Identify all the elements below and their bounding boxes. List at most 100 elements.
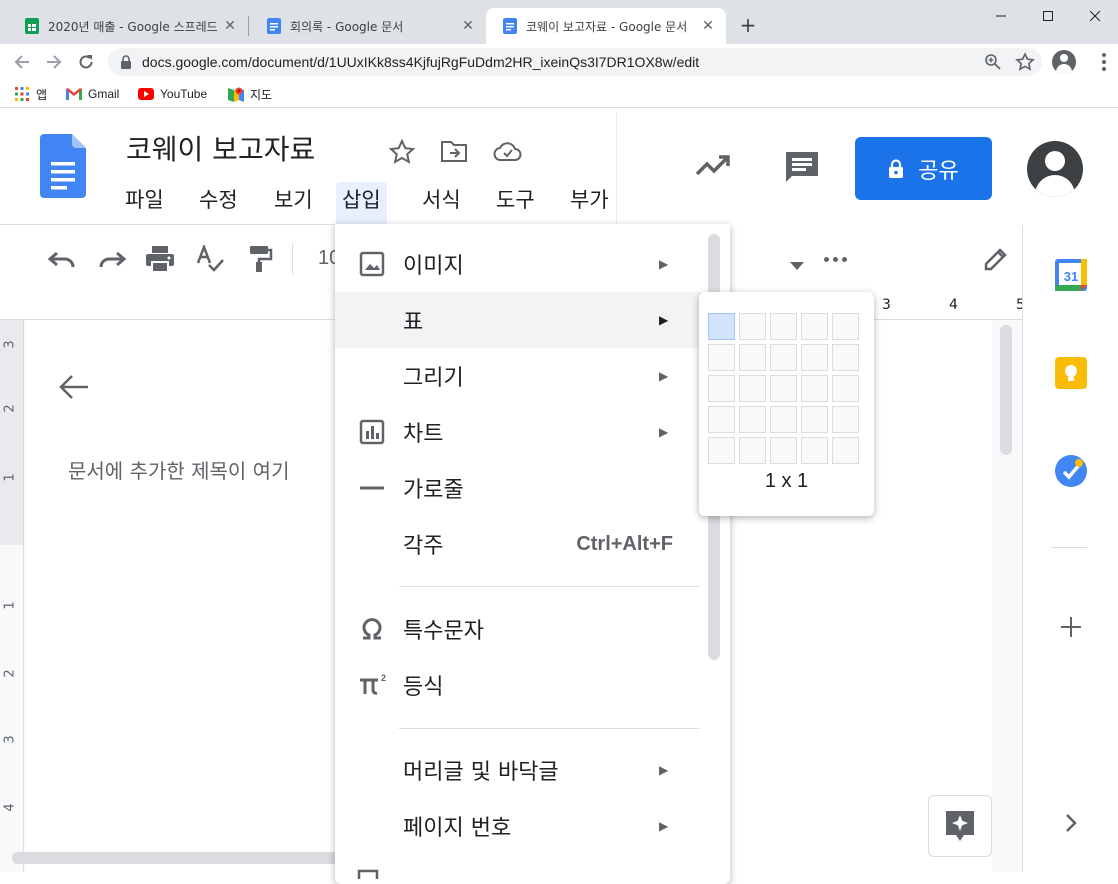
redo-icon[interactable] bbox=[96, 243, 128, 275]
browser-menu-icon[interactable] bbox=[1092, 50, 1116, 74]
ruler-number: 3 bbox=[882, 297, 891, 313]
menu-item-horizontal-line[interactable]: 가로줄 bbox=[335, 460, 707, 516]
close-icon[interactable]: ✕ bbox=[222, 18, 238, 34]
menu-item-footnote[interactable]: 각주 Ctrl+Alt+F bbox=[335, 516, 707, 572]
bookmark-apps[interactable]: 앱 bbox=[14, 84, 47, 104]
menu-item-chart[interactable]: 차트 ▶ bbox=[335, 404, 707, 460]
move-folder-icon[interactable] bbox=[440, 139, 468, 167]
menu-item-page-number[interactable]: 페이지 번호 ▶ bbox=[335, 798, 707, 854]
minimize-icon[interactable] bbox=[978, 0, 1024, 32]
table-grid-cell[interactable] bbox=[832, 437, 859, 464]
keep-icon[interactable] bbox=[1053, 355, 1089, 391]
menu-insert[interactable]: 삽입 bbox=[336, 182, 387, 226]
back-icon[interactable] bbox=[10, 50, 34, 74]
table-grid-cell[interactable] bbox=[739, 313, 766, 340]
window-close-icon[interactable] bbox=[1072, 0, 1118, 32]
horizontal-scrollbar[interactable] bbox=[12, 852, 342, 864]
table-grid-cell[interactable] bbox=[708, 437, 735, 464]
chevron-right-icon[interactable] bbox=[1053, 805, 1089, 841]
table-grid-cell[interactable] bbox=[801, 375, 828, 402]
submenu-arrow-icon: ▶ bbox=[659, 257, 669, 271]
avatar[interactable] bbox=[1027, 141, 1083, 197]
browser-tab-sheets[interactable]: 2020년 매출 - Google 스프레드 ✕ bbox=[8, 8, 248, 44]
menu-item-equation[interactable]: 2 등식 bbox=[335, 657, 707, 713]
close-icon[interactable]: ✕ bbox=[460, 18, 476, 34]
table-grid-cell[interactable] bbox=[708, 406, 735, 433]
bookmark-gmail[interactable]: Gmail bbox=[66, 84, 119, 104]
table-grid-cell[interactable] bbox=[708, 313, 735, 340]
more-icon[interactable] bbox=[824, 257, 847, 262]
bookmark-star-icon[interactable] bbox=[1015, 52, 1035, 76]
explore-button[interactable] bbox=[928, 795, 992, 857]
address-bar[interactable]: docs.google.com/document/d/1UUxIKk8ss4Kj… bbox=[108, 48, 1042, 76]
print-icon[interactable] bbox=[144, 243, 176, 275]
zoom-icon[interactable] bbox=[984, 53, 1002, 75]
menu-edit[interactable]: 수정 bbox=[193, 182, 244, 216]
chevron-down-icon[interactable] bbox=[790, 255, 804, 274]
menu-item-header-footer[interactable]: 머리글 및 바닥글 ▶ bbox=[335, 742, 707, 798]
browser-tab-active[interactable]: 코웨이 보고자료 - Google 문서 ✕ bbox=[486, 8, 726, 44]
menu-item-drawing[interactable]: 그리기 ▶ bbox=[335, 348, 707, 404]
menu-view[interactable]: 보기 bbox=[268, 182, 319, 216]
table-grid-cell[interactable] bbox=[708, 375, 735, 402]
table-grid-cell[interactable] bbox=[770, 344, 797, 371]
table-grid-cell[interactable] bbox=[801, 344, 828, 371]
table-grid-cell[interactable] bbox=[770, 375, 797, 402]
shortcut-label: Ctrl+Alt+F bbox=[576, 532, 673, 555]
ruler-number: 3 bbox=[2, 340, 18, 349]
table-grid-cell[interactable] bbox=[832, 375, 859, 402]
share-button[interactable]: 공유 bbox=[855, 137, 992, 200]
table-grid-cell[interactable] bbox=[739, 344, 766, 371]
table-grid-cell[interactable] bbox=[801, 406, 828, 433]
menu-format[interactable]: 서식 bbox=[416, 182, 467, 216]
back-arrow-icon[interactable] bbox=[58, 373, 90, 405]
table-grid-cell[interactable] bbox=[832, 313, 859, 340]
document-title[interactable]: 코웨이 보고자료 bbox=[126, 128, 315, 168]
close-icon[interactable]: ✕ bbox=[700, 18, 716, 34]
undo-icon[interactable] bbox=[46, 243, 78, 275]
vertical-scrollbar[interactable] bbox=[1000, 325, 1012, 455]
menu-item-label: 차트 bbox=[403, 422, 444, 447]
table-grid-cell[interactable] bbox=[708, 344, 735, 371]
table-grid-cell[interactable] bbox=[832, 406, 859, 433]
forward-icon[interactable] bbox=[42, 50, 66, 74]
paint-format-icon[interactable] bbox=[244, 243, 276, 275]
table-grid-cell[interactable] bbox=[770, 313, 797, 340]
menu-divider bbox=[399, 586, 699, 587]
table-grid-cell[interactable] bbox=[770, 437, 797, 464]
table-grid-cell[interactable] bbox=[832, 344, 859, 371]
outline-placeholder: 문서에 추가한 제목이 여기 bbox=[68, 459, 290, 483]
menu-item-special-chars[interactable]: 특수문자 bbox=[335, 601, 707, 657]
table-grid-cell[interactable] bbox=[739, 437, 766, 464]
next-item-icon bbox=[357, 864, 383, 883]
calendar-icon[interactable]: 31 bbox=[1053, 257, 1089, 293]
maximize-icon[interactable] bbox=[1025, 0, 1071, 32]
new-tab-button[interactable]: + bbox=[736, 14, 760, 38]
star-icon[interactable] bbox=[388, 138, 416, 170]
menu-item-table[interactable]: 표 ▶ bbox=[335, 292, 707, 348]
menu-file[interactable]: 파일 bbox=[119, 182, 170, 216]
spellcheck-icon[interactable] bbox=[194, 243, 226, 275]
profile-avatar[interactable] bbox=[1052, 50, 1076, 74]
cloud-saved-icon[interactable] bbox=[493, 140, 523, 166]
reload-icon[interactable] bbox=[74, 50, 98, 74]
bookmark-youtube[interactable]: YouTube bbox=[138, 84, 207, 104]
activity-trend-icon[interactable] bbox=[695, 154, 731, 182]
menu-addons[interactable]: 부가 bbox=[564, 182, 615, 216]
table-grid-cell[interactable] bbox=[801, 437, 828, 464]
edit-pencil-icon[interactable] bbox=[982, 245, 1010, 277]
docs-logo-icon[interactable] bbox=[40, 134, 86, 202]
comment-icon[interactable] bbox=[784, 150, 820, 188]
table-grid-cell[interactable] bbox=[801, 313, 828, 340]
add-addon-icon[interactable] bbox=[1053, 609, 1089, 645]
menu-item-label: 표 bbox=[403, 310, 424, 335]
browser-tab-meeting[interactable]: 회의록 - Google 문서 ✕ bbox=[250, 8, 486, 44]
menu-item-image[interactable]: 이미지 ▶ bbox=[335, 236, 707, 292]
tasks-icon[interactable] bbox=[1053, 453, 1089, 489]
table-grid-cell[interactable] bbox=[739, 375, 766, 402]
table-grid-cell[interactable] bbox=[739, 406, 766, 433]
bookmark-maps[interactable]: 지도 bbox=[228, 84, 272, 104]
table-grid-cell[interactable] bbox=[770, 406, 797, 433]
docs-icon bbox=[266, 18, 282, 34]
menu-tools[interactable]: 도구 bbox=[490, 182, 541, 216]
